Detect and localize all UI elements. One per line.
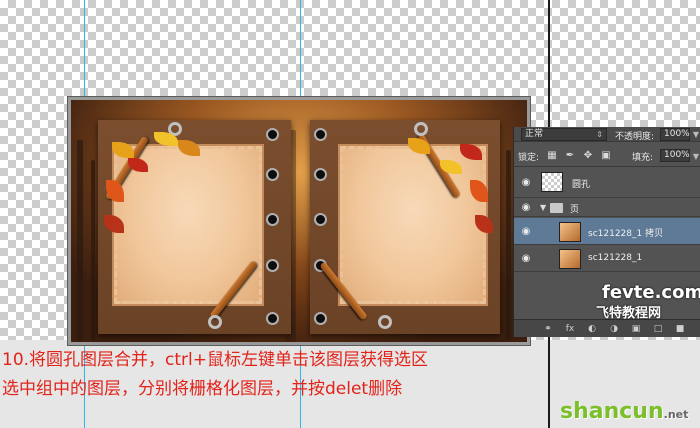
eye-icon[interactable]: ◉ xyxy=(520,202,532,214)
metal-ring xyxy=(208,315,222,329)
opacity-value: 100% xyxy=(664,129,690,139)
right-stamp-frame xyxy=(338,144,488,306)
blend-mode-value: 正常 xyxy=(525,129,544,139)
tutorial-caption-line-1: 10.将圆孔图层合并，ctrl+鼠标左键单击该图层获得选区 xyxy=(2,350,429,370)
photoshop-workspace: 正常 ⇕ 不透明度: 100% ▼ 锁定: ▦ ✒ ✥ ▣ 填充: 100% ▼… xyxy=(0,0,700,428)
right-page-board xyxy=(310,120,500,334)
layers-bottom-toolbar: ⚭ fx ◐ ◑ ▣ □ ■ xyxy=(514,319,700,337)
fevte-cn-watermark: 飞特教程网 xyxy=(596,306,662,321)
shancun-text: shancun xyxy=(560,399,664,424)
adjustment-icon[interactable]: ◑ xyxy=(608,323,620,335)
eye-icon[interactable]: ◉ xyxy=(520,177,532,189)
eye-icon[interactable]: ◉ xyxy=(520,226,532,238)
expand-arrow-icon[interactable]: ▼ xyxy=(540,203,546,212)
tree-trunk xyxy=(91,160,95,340)
group-name: 页 xyxy=(570,205,580,215)
blend-mode-select[interactable]: 正常 ⇕ xyxy=(521,128,607,141)
chevron-down-icon: ⇕ xyxy=(596,130,603,139)
layer-name: sc121228_1 xyxy=(588,253,643,263)
layer-row-selected[interactable]: ◉ sc121228_1 拷贝 xyxy=(514,218,700,245)
lock-transparent-icon[interactable]: ▦ xyxy=(546,150,558,162)
mask-icon[interactable]: ◐ xyxy=(586,323,598,335)
punch-hole xyxy=(266,259,279,272)
layer-thumbnail xyxy=(541,172,563,192)
new-layer-icon[interactable]: □ xyxy=(652,323,664,335)
tree-trunk xyxy=(77,140,83,340)
folder-icon xyxy=(550,203,563,213)
layer-name: sc121228_1 拷贝 xyxy=(588,229,664,239)
punch-hole xyxy=(266,213,279,226)
link-icon[interactable]: ⚭ xyxy=(542,323,554,335)
folder-icon[interactable]: ▣ xyxy=(630,323,642,335)
punch-hole xyxy=(314,128,327,141)
layer-thumbnail xyxy=(559,222,581,242)
shancun-suffix: .net xyxy=(663,408,689,421)
lock-label: 锁定: xyxy=(518,153,540,163)
trash-icon[interactable]: ■ xyxy=(674,323,686,335)
punch-hole xyxy=(314,213,327,226)
tree-trunk xyxy=(506,150,511,340)
left-page-board xyxy=(98,120,291,334)
punch-hole xyxy=(266,128,279,141)
punch-hole xyxy=(314,312,327,325)
metal-ring xyxy=(378,315,392,329)
layer-row[interactable]: ◉ 圆孔 xyxy=(514,168,700,198)
eye-icon[interactable]: ◉ xyxy=(520,253,532,265)
punch-hole xyxy=(314,168,327,181)
tutorial-caption-line-2: 选中组中的图层，分别将栅格化图层，并按delet删除 xyxy=(2,379,403,399)
lock-all-icon[interactable]: ▣ xyxy=(600,150,612,162)
layer-name: 圆孔 xyxy=(572,180,591,190)
punch-hole xyxy=(266,312,279,325)
lock-brush-icon[interactable]: ✒ xyxy=(564,150,576,162)
blend-options-row: 正常 ⇕ 不透明度: 100% ▼ xyxy=(514,127,700,142)
fevte-watermark: fevte.com xyxy=(602,282,700,303)
chevron-down-icon[interactable]: ▼ xyxy=(693,152,699,161)
shancun-watermark: shancun.net xyxy=(560,399,688,424)
punch-hole xyxy=(266,168,279,181)
lock-move-icon[interactable]: ✥ xyxy=(582,150,594,162)
layer-thumbnail xyxy=(559,249,581,269)
metal-ring xyxy=(414,122,428,136)
fx-icon[interactable]: fx xyxy=(564,323,576,335)
fill-value: 100% xyxy=(664,150,690,160)
fill-input[interactable]: 100% xyxy=(660,149,690,162)
layer-row[interactable]: ◉ sc121228_1 xyxy=(514,246,700,272)
opacity-label: 不透明度: xyxy=(615,132,655,142)
opacity-input[interactable]: 100% xyxy=(660,128,690,141)
chevron-down-icon[interactable]: ▼ xyxy=(693,130,699,139)
layer-group-row[interactable]: ◉ ▼ 页 xyxy=(514,199,700,217)
lock-row: 锁定: ▦ ✒ ✥ ▣ 填充: 100% ▼ xyxy=(514,145,700,167)
fill-label: 填充: xyxy=(632,153,654,163)
